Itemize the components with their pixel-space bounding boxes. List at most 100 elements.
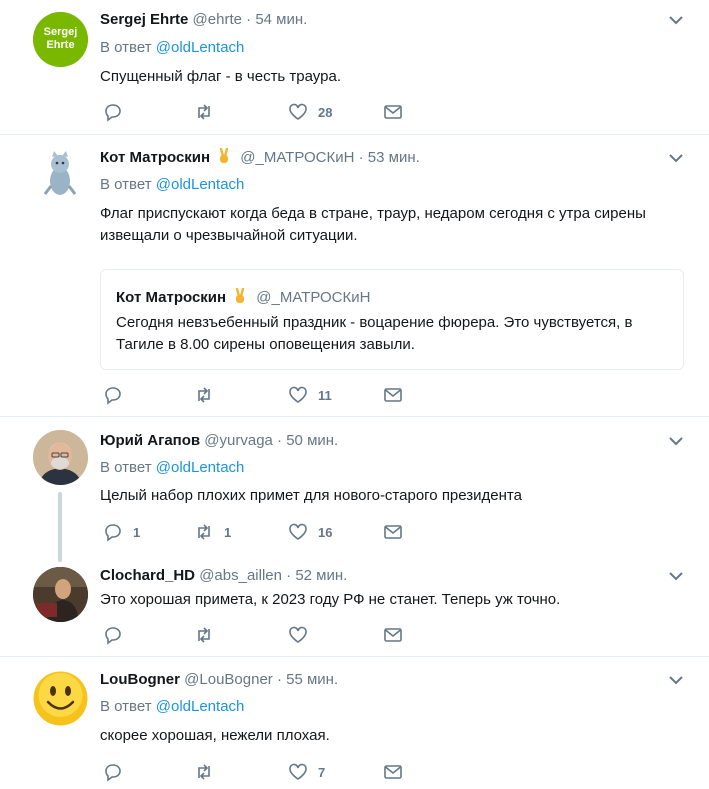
direct-message-icon bbox=[384, 525, 402, 539]
author-name[interactable]: LouBogner bbox=[100, 671, 180, 688]
like-button[interactable]: 7 bbox=[288, 762, 325, 782]
quoted-author-handle: @_МАТРОСКиН bbox=[256, 289, 371, 306]
direct-message-button[interactable] bbox=[383, 102, 403, 122]
author-handle[interactable]: @abs_aillen bbox=[199, 567, 282, 584]
avatar-text: Sergej bbox=[43, 26, 78, 38]
reply-context: В ответ @oldLentach bbox=[100, 175, 244, 195]
retweet-icon bbox=[198, 104, 210, 120]
chevron-down-icon[interactable] bbox=[668, 435, 684, 447]
tweet-text: скорее хорошая, нежели плохая. bbox=[100, 727, 330, 744]
separator-dot: · bbox=[286, 567, 292, 584]
reply-mention-link[interactable]: @oldLentach bbox=[156, 39, 245, 56]
chevron-down-icon[interactable] bbox=[668, 152, 684, 164]
author-name[interactable]: Sergej Ehrte bbox=[100, 11, 188, 28]
avatar-image bbox=[33, 430, 88, 485]
timestamp[interactable]: 52 мин. bbox=[295, 567, 347, 584]
direct-message-button[interactable] bbox=[383, 522, 403, 542]
action-bar: 1 1 16 bbox=[100, 522, 420, 542]
reply-mention-link[interactable]: @oldLentach bbox=[156, 698, 245, 715]
tweet-divider bbox=[0, 134, 709, 135]
retweet-button[interactable] bbox=[194, 762, 224, 782]
timestamp[interactable]: 54 мин. bbox=[255, 11, 307, 28]
timestamp[interactable]: 55 мин. bbox=[286, 671, 338, 688]
author-handle[interactable]: @yurvaga bbox=[204, 432, 273, 449]
like-icon bbox=[289, 523, 307, 540]
quoted-tweet[interactable]: Кот Матроскин @_МАТРОСКиН Сегодня невзъе… bbox=[100, 269, 684, 370]
retweet-button[interactable]: 1 bbox=[194, 522, 231, 542]
quoted-tweet-text: Сегодня невзъебенный праздник - воцарени… bbox=[116, 314, 633, 353]
quoted-tweet-header: Кот Матроскин @_МАТРОСКиН bbox=[116, 288, 370, 308]
chevron-down-icon[interactable] bbox=[668, 570, 684, 582]
avatar-image bbox=[33, 671, 88, 726]
like-button[interactable]: 11 bbox=[288, 385, 332, 405]
reply-context: В ответ @oldLentach bbox=[100, 38, 244, 58]
like-icon bbox=[289, 386, 307, 403]
tweet-header: Clochard_HD @abs_aillen · 52 мин. bbox=[100, 566, 347, 586]
direct-message-button[interactable] bbox=[383, 385, 403, 405]
author-name[interactable]: Clochard_HD bbox=[100, 567, 195, 584]
reply-icon bbox=[105, 387, 121, 405]
reply-context: В ответ @oldLentach bbox=[100, 458, 244, 478]
reply-prefix: В ответ bbox=[100, 459, 152, 476]
retweet-count: 1 bbox=[224, 524, 232, 540]
retweet-button[interactable] bbox=[194, 102, 224, 122]
like-icon bbox=[289, 626, 307, 643]
direct-message-icon bbox=[384, 105, 402, 119]
direct-message-button[interactable] bbox=[383, 625, 403, 645]
reply-prefix: В ответ bbox=[100, 176, 152, 193]
thread-connector-line bbox=[58, 492, 62, 562]
reply-icon bbox=[105, 104, 121, 122]
reply-button[interactable] bbox=[103, 385, 133, 405]
avatar[interactable] bbox=[33, 671, 88, 726]
avatar-image bbox=[33, 567, 88, 622]
separator-dot: · bbox=[277, 432, 283, 449]
author-handle[interactable]: @LouBogner bbox=[184, 671, 273, 688]
reply-prefix: В ответ bbox=[100, 39, 152, 56]
author-name[interactable]: Юрий Агапов bbox=[100, 432, 200, 449]
reply-prefix: В ответ bbox=[100, 698, 152, 715]
reply-button[interactable] bbox=[103, 762, 133, 782]
separator-dot: · bbox=[276, 671, 282, 688]
retweet-icon bbox=[198, 627, 210, 643]
reply-icon bbox=[105, 524, 121, 542]
like-count: 28 bbox=[318, 104, 333, 120]
retweet-icon bbox=[198, 764, 210, 780]
like-button[interactable]: 16 bbox=[288, 522, 332, 542]
author-handle[interactable]: @ehrte bbox=[193, 11, 242, 28]
action-bar: 28 bbox=[100, 102, 420, 122]
avatar[interactable] bbox=[33, 146, 88, 201]
like-count: 11 bbox=[318, 387, 332, 403]
reply-button[interactable] bbox=[103, 625, 133, 645]
avatar[interactable] bbox=[33, 430, 88, 485]
direct-message-button[interactable] bbox=[383, 762, 403, 782]
reply-mention-link[interactable]: @oldLentach bbox=[156, 459, 245, 476]
avatar[interactable]: Sergej Ehrte bbox=[33, 12, 88, 67]
avatar-image bbox=[43, 151, 77, 195]
like-icon bbox=[289, 763, 307, 780]
retweet-button[interactable] bbox=[194, 625, 224, 645]
retweet-icon bbox=[198, 387, 210, 403]
reply-context: В ответ @oldLentach bbox=[100, 697, 244, 717]
reply-button[interactable]: 1 bbox=[103, 522, 140, 542]
reply-icon bbox=[105, 764, 121, 782]
victory-hand-emoji bbox=[219, 148, 229, 163]
direct-message-icon bbox=[384, 388, 402, 402]
tweet-text: Спущенный флаг - в честь траура. bbox=[100, 68, 341, 85]
chevron-down-icon[interactable] bbox=[668, 14, 684, 26]
author-handle[interactable]: @_МАТРОСКиН bbox=[240, 149, 354, 166]
reply-mention-link[interactable]: @oldLentach bbox=[156, 176, 245, 193]
like-button[interactable] bbox=[288, 625, 318, 645]
like-button[interactable]: 28 bbox=[288, 102, 332, 122]
timestamp[interactable]: 53 мин. bbox=[368, 149, 420, 166]
tweet-header: Sergej Ehrte @ehrte · 54 мин. bbox=[100, 10, 307, 30]
author-name[interactable]: Кот Матроскин bbox=[100, 149, 210, 166]
reply-button[interactable] bbox=[103, 102, 133, 122]
tweet-text: Флаг приспускают когда беда в стране, тр… bbox=[100, 205, 646, 244]
like-icon bbox=[289, 103, 307, 120]
tweet-divider bbox=[0, 416, 709, 417]
chevron-down-icon[interactable] bbox=[668, 674, 684, 686]
timestamp[interactable]: 50 мин. bbox=[286, 432, 338, 449]
retweet-icon bbox=[198, 524, 210, 540]
avatar[interactable] bbox=[33, 567, 88, 622]
retweet-button[interactable] bbox=[194, 385, 224, 405]
